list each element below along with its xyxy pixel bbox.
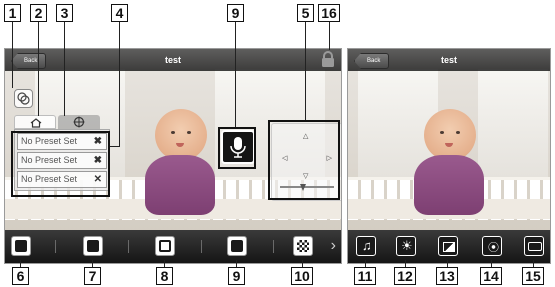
- camera-switch-button[interactable]: [14, 89, 33, 108]
- title-bar: Back test: [348, 49, 550, 71]
- baby-image: [414, 109, 484, 219]
- background-window: [478, 69, 548, 189]
- callout-label: 9: [227, 4, 244, 22]
- contrast-button[interactable]: [438, 236, 458, 256]
- talk-toolbar-button[interactable]: [227, 236, 247, 256]
- camera-switch-icon: [17, 92, 30, 105]
- talk-icon: [231, 240, 243, 252]
- callout-label: 1: [4, 4, 21, 22]
- recording-button[interactable]: [524, 236, 544, 256]
- toolbar-divider: [273, 240, 274, 253]
- callout-label: 8: [156, 267, 173, 285]
- pan-tilt-highlight: [268, 120, 340, 200]
- callout-label: 3: [56, 4, 73, 22]
- callout-label: 11: [354, 267, 376, 285]
- brightness-button[interactable]: [11, 236, 31, 256]
- leader-line: [119, 22, 120, 146]
- screen-title: test: [164, 55, 181, 65]
- toolbar-divider: [128, 240, 129, 253]
- camera-view-right: Back test ♫ ☀ ⦿: [347, 48, 551, 264]
- home-icon: [30, 118, 42, 128]
- leader-line: [12, 22, 13, 88]
- leader-line: [110, 146, 120, 147]
- pattern-icon: [297, 240, 309, 252]
- toolbar-divider: [201, 240, 202, 253]
- callout-label: 2: [30, 4, 47, 22]
- callout-label: 4: [111, 4, 128, 22]
- camera-settings-icon: [87, 240, 99, 252]
- toolbar-divider: [55, 240, 56, 253]
- callout-label: 9: [228, 267, 245, 285]
- callout-label: 6: [12, 267, 29, 285]
- callout-label: 16: [318, 4, 340, 22]
- lock-icon[interactable]: [321, 51, 335, 68]
- leader-line: [235, 22, 236, 127]
- chevron-right-icon[interactable]: ›: [331, 238, 336, 254]
- callout-label: 10: [291, 267, 313, 285]
- callout-label: 5: [297, 4, 314, 22]
- callout-label: 12: [394, 267, 416, 285]
- brightness-button[interactable]: ☀: [396, 236, 416, 256]
- tab-preset-position[interactable]: [58, 115, 100, 129]
- callout-label: 13: [436, 267, 458, 285]
- screen-title: test: [440, 55, 457, 65]
- title-bar: Back test: [5, 49, 341, 71]
- tab-home[interactable]: [14, 115, 56, 129]
- snapshot-button[interactable]: [155, 236, 175, 256]
- focus-icon: ⦿: [488, 242, 499, 254]
- callout-label: 15: [522, 267, 544, 285]
- target-icon: [73, 116, 85, 128]
- pattern-button[interactable]: [293, 236, 313, 256]
- leader-line: [64, 22, 65, 116]
- music-icon: ♫: [362, 238, 372, 253]
- snapshot-icon: [159, 240, 171, 252]
- bottom-toolbar: ♫ ☀ ⦿: [348, 230, 550, 263]
- preset-tabs: [14, 115, 110, 129]
- baby-image: [145, 109, 215, 219]
- callout-label: 7: [84, 267, 101, 285]
- recording-icon: [528, 242, 542, 251]
- bottom-toolbar: ›: [5, 230, 341, 263]
- camera-settings-button[interactable]: [83, 236, 103, 256]
- preset-list-highlight: [11, 131, 110, 197]
- callout-label: 14: [480, 267, 502, 285]
- talk-button-highlight: [218, 127, 256, 169]
- leader-line: [38, 22, 39, 116]
- leader-line: [329, 22, 330, 50]
- brightness-icon: [15, 240, 27, 252]
- contrast-icon: [443, 242, 455, 252]
- music-button[interactable]: ♫: [356, 236, 376, 256]
- focus-button[interactable]: ⦿: [482, 236, 502, 256]
- brightness-icon: ☀: [401, 238, 413, 253]
- leader-line: [305, 22, 306, 120]
